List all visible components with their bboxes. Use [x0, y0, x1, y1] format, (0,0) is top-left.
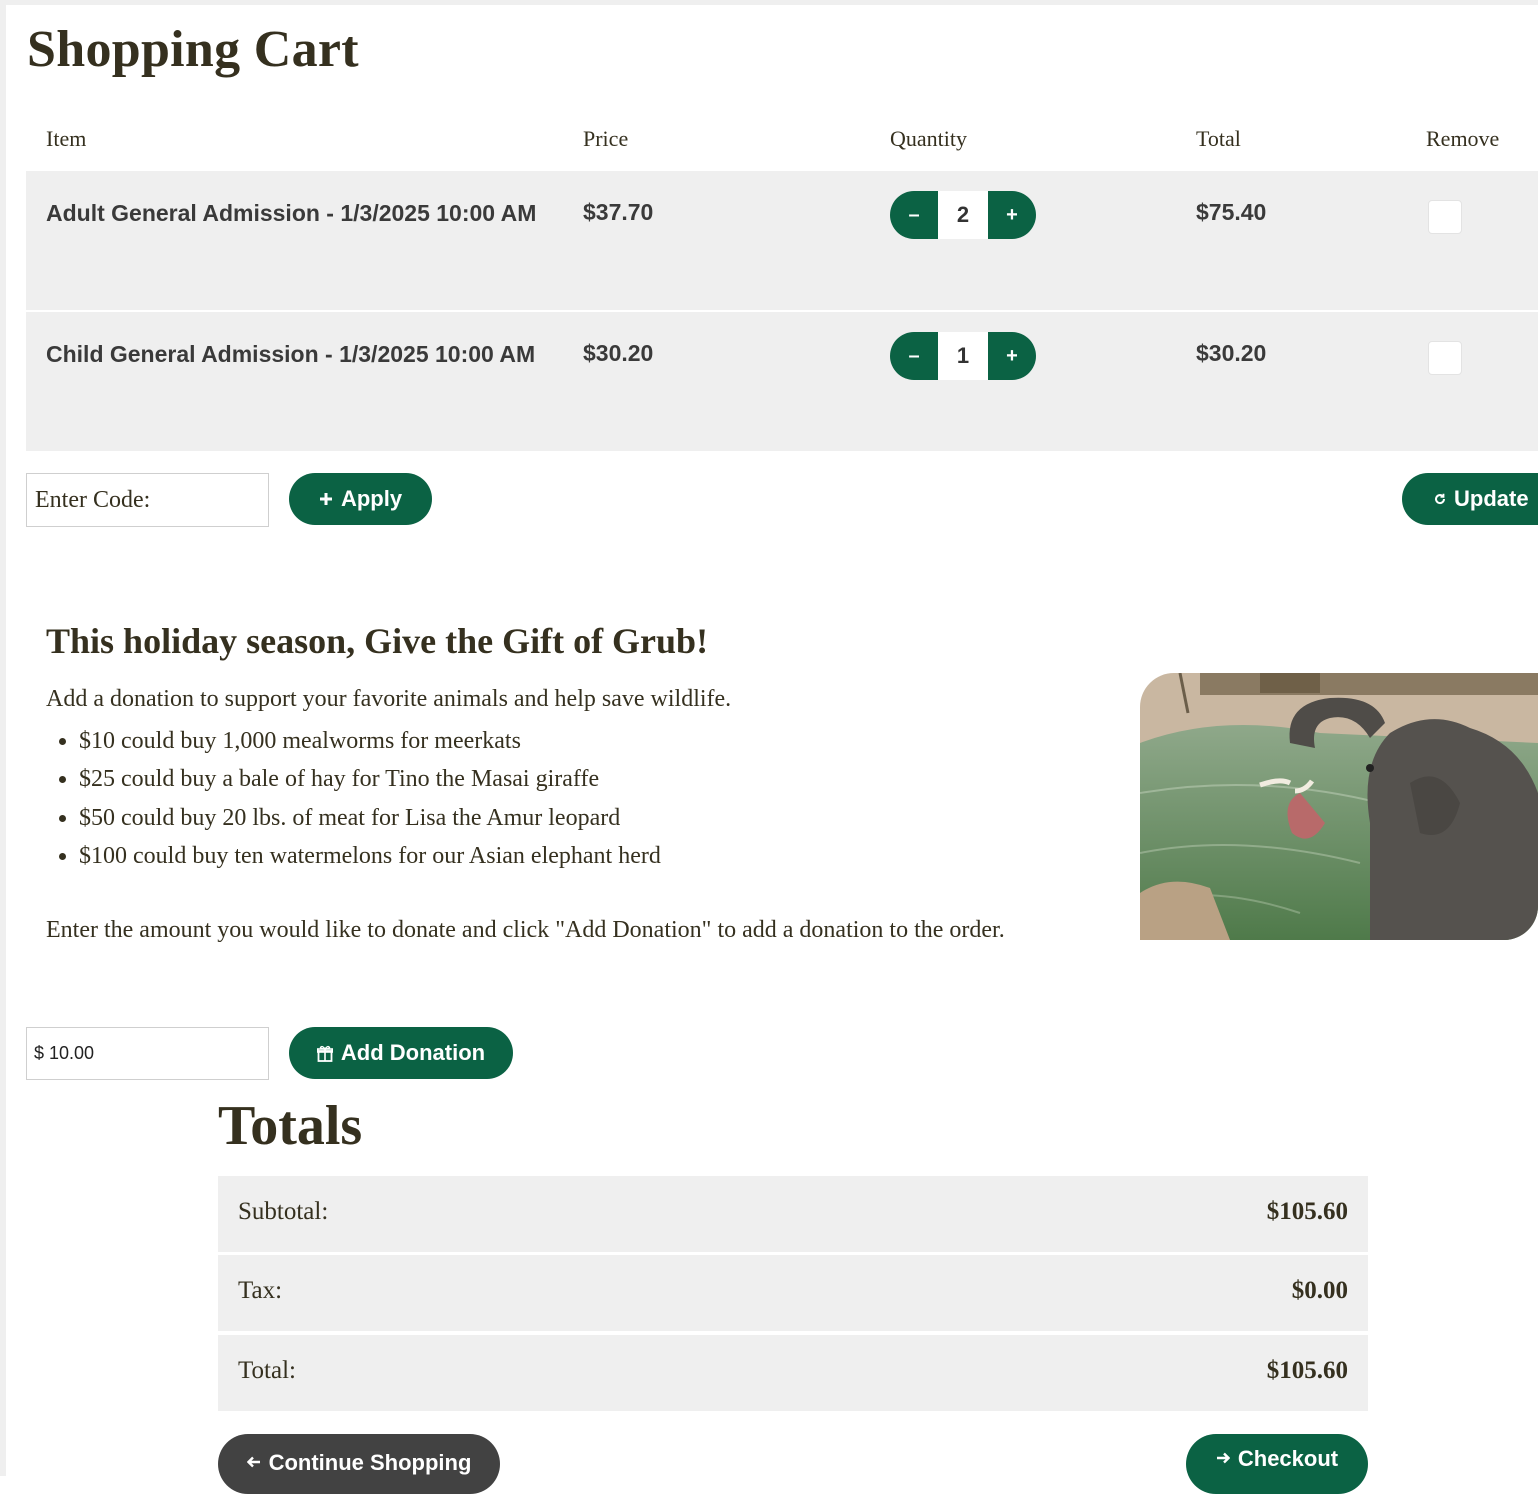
quantity-stepper: – 1 + — [890, 332, 1036, 380]
header-remove: Remove — [1426, 126, 1500, 151]
quantity-stepper: – 2 + — [890, 191, 1036, 239]
cart-row: Child General Admission - 1/3/2025 10:00… — [26, 312, 1538, 451]
totals-title: Totals — [218, 1095, 363, 1157]
increase-quantity-button[interactable]: + — [988, 191, 1036, 239]
tax-label: Tax: — [238, 1277, 283, 1304]
subtotal-label: Subtotal: — [238, 1198, 329, 1225]
add-donation-button[interactable]: Add Donation — [289, 1027, 513, 1079]
quantity-value[interactable]: 2 — [938, 191, 988, 239]
update-cart-button[interactable]: Update — [1402, 473, 1538, 525]
page-title: Shopping Cart — [27, 21, 359, 78]
decrease-quantity-button[interactable]: – — [890, 332, 938, 380]
list-item: $10 could buy 1,000 mealworms for meerka… — [79, 724, 661, 762]
list-item: $25 could buy a bale of hay for Tino the… — [79, 762, 661, 800]
left-border — [0, 0, 6, 1476]
top-border — [0, 0, 1538, 5]
gift-icon — [316, 1045, 333, 1062]
item-total: $30.20 — [1196, 340, 1267, 366]
plus-icon — [319, 492, 333, 506]
header-total: Total — [1196, 126, 1241, 151]
item-price: $37.70 — [583, 199, 654, 225]
increase-quantity-button[interactable]: + — [988, 332, 1036, 380]
list-item: $100 could buy ten watermelons for our A… — [79, 839, 661, 877]
refresh-icon — [1434, 493, 1446, 505]
subtotal-row: Subtotal: $105.60 — [218, 1176, 1368, 1252]
header-price: Price — [583, 126, 629, 151]
item-name: Adult General Admission - 1/3/2025 10:00… — [46, 200, 537, 226]
item-total: $75.40 — [1196, 199, 1267, 225]
subtotal-value: $105.60 — [1266, 1198, 1348, 1225]
remove-checkbox[interactable] — [1428, 200, 1462, 234]
donation-instructions: Enter the amount you would like to donat… — [46, 917, 1005, 943]
cart-row: Adult General Admission - 1/3/2025 10:00… — [26, 171, 1538, 310]
donation-intro: Add a donation to support your favorite … — [46, 686, 732, 712]
list-item: $50 could buy 20 lbs. of meat for Lisa t… — [79, 801, 661, 839]
tax-value: $0.00 — [1291, 1277, 1348, 1304]
header-item: Item — [46, 126, 87, 151]
remove-checkbox[interactable] — [1428, 341, 1462, 375]
arrow-left-icon — [246, 1456, 261, 1468]
header-quantity: Quantity — [890, 126, 967, 151]
item-name: Child General Admission - 1/3/2025 10:00… — [46, 341, 536, 367]
arrow-right-icon — [1216, 1452, 1230, 1464]
checkout-label: Checkout — [1237, 1446, 1339, 1471]
total-value: $105.60 — [1266, 1357, 1348, 1384]
update-label: Update — [1454, 486, 1529, 511]
promo-code-input[interactable] — [26, 473, 269, 527]
donation-title: This holiday season, Give the Gift of Gr… — [46, 621, 709, 661]
decrease-quantity-button[interactable]: – — [890, 191, 938, 239]
total-row: Total: $105.60 — [218, 1335, 1368, 1411]
continue-shopping-label: Continue Shopping — [268, 1450, 472, 1475]
apply-label: Apply — [340, 486, 403, 511]
checkout-button[interactable]: Checkout — [1186, 1434, 1368, 1494]
add-donation-label: Add Donation — [340, 1040, 486, 1065]
elephant-photo — [1140, 673, 1538, 940]
donation-list: $10 could buy 1,000 mealworms for meerka… — [46, 724, 661, 877]
item-price: $30.20 — [583, 340, 654, 366]
apply-code-button[interactable]: Apply — [289, 473, 432, 525]
donation-amount-input[interactable]: $ 10.00 — [26, 1027, 269, 1080]
continue-shopping-button[interactable]: Continue Shopping — [218, 1434, 500, 1494]
total-label: Total: — [238, 1357, 296, 1384]
tax-row: Tax: $0.00 — [218, 1255, 1368, 1331]
quantity-value[interactable]: 1 — [938, 332, 988, 380]
